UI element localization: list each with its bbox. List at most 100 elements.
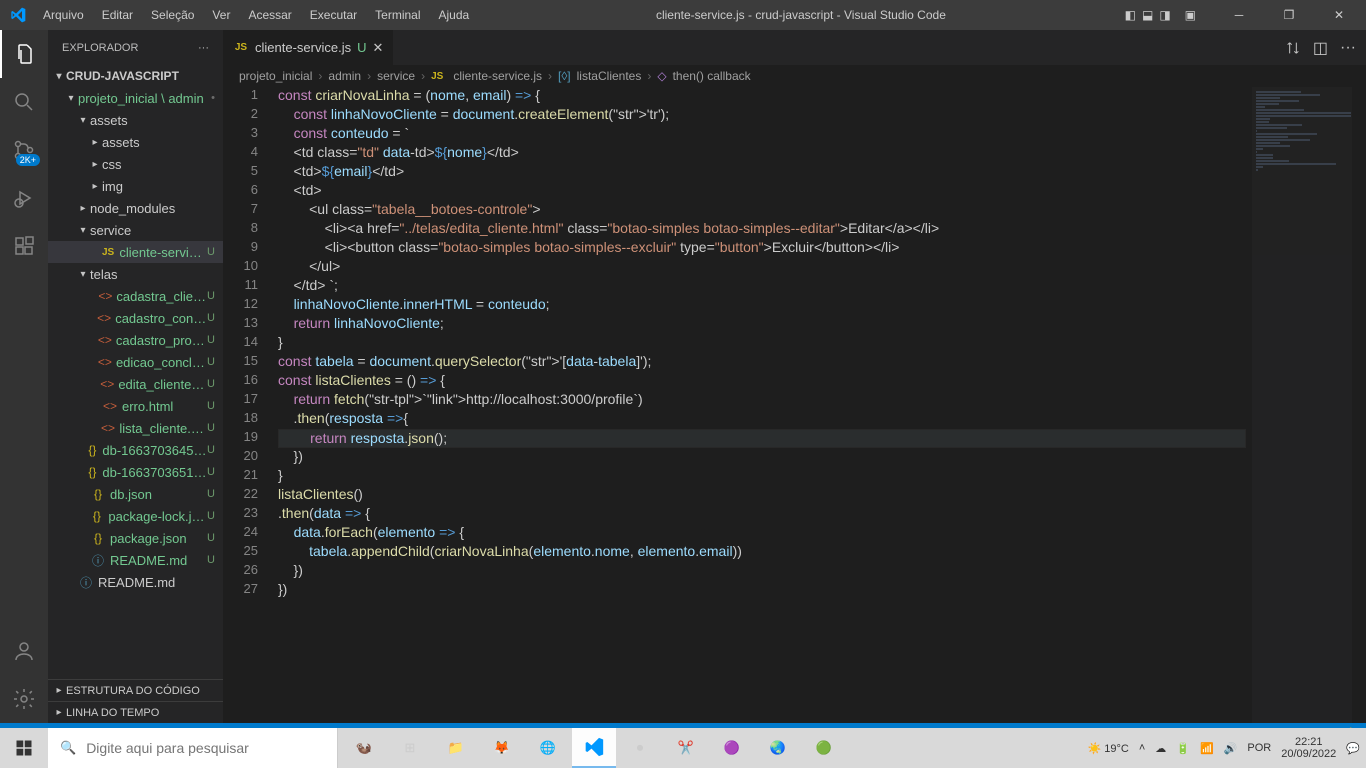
tree-item[interactable]: {}db.jsonU <box>48 483 223 505</box>
tree-item[interactable]: ⓘREADME.mdU <box>48 549 223 571</box>
crumb-5[interactable]: then() callback <box>673 69 751 83</box>
tree-item[interactable]: ▾assets <box>48 109 223 131</box>
minimize-button[interactable]: ─ <box>1216 0 1262 30</box>
menu-help[interactable]: Ajuda <box>431 4 478 26</box>
tree-item[interactable]: ▾projeto_inicial \ admin• <box>48 87 223 109</box>
split-editor-icon[interactable]: ◫ <box>1313 38 1328 58</box>
weather-widget[interactable]: ☀️ 19°C <box>1088 742 1129 755</box>
breadcrumbs[interactable]: projeto_inicial› admin› service› JS clie… <box>223 65 1366 87</box>
tree-item[interactable]: ▸assets <box>48 131 223 153</box>
tree-item[interactable]: <>edita_cliente.htmlU <box>48 373 223 395</box>
tab-cliente-service[interactable]: JS cliente-service.js U ✕ <box>223 30 393 65</box>
git-marker: U <box>207 334 215 346</box>
tab-close-icon[interactable]: ✕ <box>372 40 383 56</box>
minimap[interactable] <box>1252 87 1352 723</box>
tree-item[interactable]: ▸css <box>48 153 223 175</box>
git-marker: U <box>207 554 215 566</box>
file-label: lista_cliente.html <box>119 421 207 436</box>
taskbar-search[interactable]: 🔍 <box>48 728 338 768</box>
toggle-secondary-icon[interactable]: ◨ <box>1159 8 1170 22</box>
toggle-panel-icon[interactable]: ⬓ <box>1142 8 1153 22</box>
app-vscode[interactable] <box>572 728 616 768</box>
menu-file[interactable]: Arquivo <box>35 4 92 26</box>
html-file-icon: <> <box>98 333 112 347</box>
app-taskview[interactable]: ⊞ <box>388 728 432 768</box>
tree-item[interactable]: <>erro.htmlU <box>48 395 223 417</box>
toggle-sidebar-icon[interactable]: ◧ <box>1125 8 1136 22</box>
sidebar-more-icon[interactable]: ··· <box>198 42 209 54</box>
tray-volume-icon[interactable]: 🔊 <box>1224 742 1238 755</box>
activity-settings[interactable] <box>0 675 48 723</box>
app-explorer[interactable]: 📁 <box>434 728 478 768</box>
start-button[interactable] <box>0 739 48 757</box>
compare-changes-icon[interactable] <box>1285 40 1301 56</box>
code-area[interactable]: 1234567891011121314151617181920212223242… <box>223 87 1366 723</box>
sidebar-header: EXPLORADOR ··· <box>48 30 223 65</box>
app-gimp[interactable]: 🦊 <box>480 728 524 768</box>
close-button[interactable]: ✕ <box>1316 0 1362 30</box>
activity-explorer[interactable] <box>0 30 48 78</box>
json-file-icon: {} <box>90 487 106 501</box>
tree-item[interactable]: <>cadastra_cliente.htmlU <box>48 285 223 307</box>
git-marker: U <box>207 378 215 390</box>
activity-account[interactable] <box>0 627 48 675</box>
tree-item[interactable]: JScliente-service.jsU <box>48 241 223 263</box>
timeline-section[interactable]: ▸LINHA DO TEMPO <box>48 701 223 723</box>
activity-extensions[interactable] <box>0 222 48 270</box>
tree-item[interactable]: {}package-lock.jsonU <box>48 505 223 527</box>
code-lines[interactable]: const criarNovaLinha = (nome, email) => … <box>278 87 1246 600</box>
tree-item[interactable]: <>edicao_concluida.htmlU <box>48 351 223 373</box>
tray-clock[interactable]: 22:21 20/09/2022 <box>1281 736 1336 760</box>
tree-item[interactable]: ▾service <box>48 219 223 241</box>
crumb-1[interactable]: admin <box>328 69 361 83</box>
tray-onedrive-icon[interactable]: ☁ <box>1155 742 1166 755</box>
menu-edit[interactable]: Editar <box>94 4 141 26</box>
crumb-3[interactable]: cliente-service.js <box>453 69 542 83</box>
activity-scm[interactable]: 2K+ <box>0 126 48 174</box>
search-input[interactable] <box>86 740 325 756</box>
tree-item[interactable]: ▸img <box>48 175 223 197</box>
tree-item[interactable]: {}db-1663703645180.jsonU <box>48 439 223 461</box>
tray-battery-icon[interactable]: 🔋 <box>1176 742 1190 755</box>
chevron-icon: ▸ <box>88 159 102 170</box>
outline-section[interactable]: ▸ESTRUTURA DO CÓDIGO <box>48 679 223 701</box>
app-spring[interactable]: 🟢 <box>802 728 846 768</box>
file-label: projeto_inicial \ admin <box>78 91 204 106</box>
tree-item[interactable]: {}db-1663703651857.jsonU <box>48 461 223 483</box>
activity-search[interactable] <box>0 78 48 126</box>
tree-item[interactable]: <>cadastro_concluido.htmlU <box>48 307 223 329</box>
tree-item[interactable]: <>lista_cliente.htmlU <box>48 417 223 439</box>
tray-notifications-icon[interactable]: 💬 <box>1346 742 1360 755</box>
menu-go[interactable]: Acessar <box>240 4 299 26</box>
js-file-icon: JS <box>101 247 116 258</box>
app-rec[interactable]: ⏺ <box>618 728 662 768</box>
menu-view[interactable]: Ver <box>204 4 238 26</box>
more-actions-icon[interactable]: ··· <box>1340 39 1356 57</box>
json-file-icon: {} <box>86 443 98 457</box>
app-chrome[interactable]: 🌐 <box>526 728 570 768</box>
tree-item[interactable]: ⓘREADME.md <box>48 571 223 593</box>
app-snip[interactable]: ✂️ <box>664 728 708 768</box>
tree-item[interactable]: {}package.jsonU <box>48 527 223 549</box>
tray-wifi-icon[interactable]: 📶 <box>1200 742 1214 755</box>
app-eclipse[interactable]: 🟣 <box>710 728 754 768</box>
app-otter[interactable]: 🦦 <box>342 728 386 768</box>
crumb-0[interactable]: projeto_inicial <box>239 69 312 83</box>
tree-item[interactable]: ▸node_modules <box>48 197 223 219</box>
customize-layout-icon[interactable]: ▣ <box>1185 8 1196 22</box>
activity-bar: 2K+ <box>0 30 48 723</box>
maximize-button[interactable]: ❐ <box>1266 0 1312 30</box>
tree-item[interactable]: ▾telas <box>48 263 223 285</box>
crumb-4[interactable]: listaClientes <box>577 69 642 83</box>
tray-expand-icon[interactable]: ˄ <box>1139 742 1145 754</box>
tray-lang[interactable]: POR <box>1247 742 1271 754</box>
menu-terminal[interactable]: Terminal <box>367 4 428 26</box>
tree-item[interactable]: <>cadastro_produto.htmlU <box>48 329 223 351</box>
activity-debug[interactable] <box>0 174 48 222</box>
crumb-2[interactable]: service <box>377 69 415 83</box>
menu-selection[interactable]: Seleção <box>143 4 202 26</box>
menu-run[interactable]: Executar <box>302 4 365 26</box>
root-label: CRUD-JAVASCRIPT <box>66 69 179 83</box>
tree-root[interactable]: ▾ CRUD-JAVASCRIPT <box>48 65 223 87</box>
app-browser2[interactable]: 🌏 <box>756 728 800 768</box>
